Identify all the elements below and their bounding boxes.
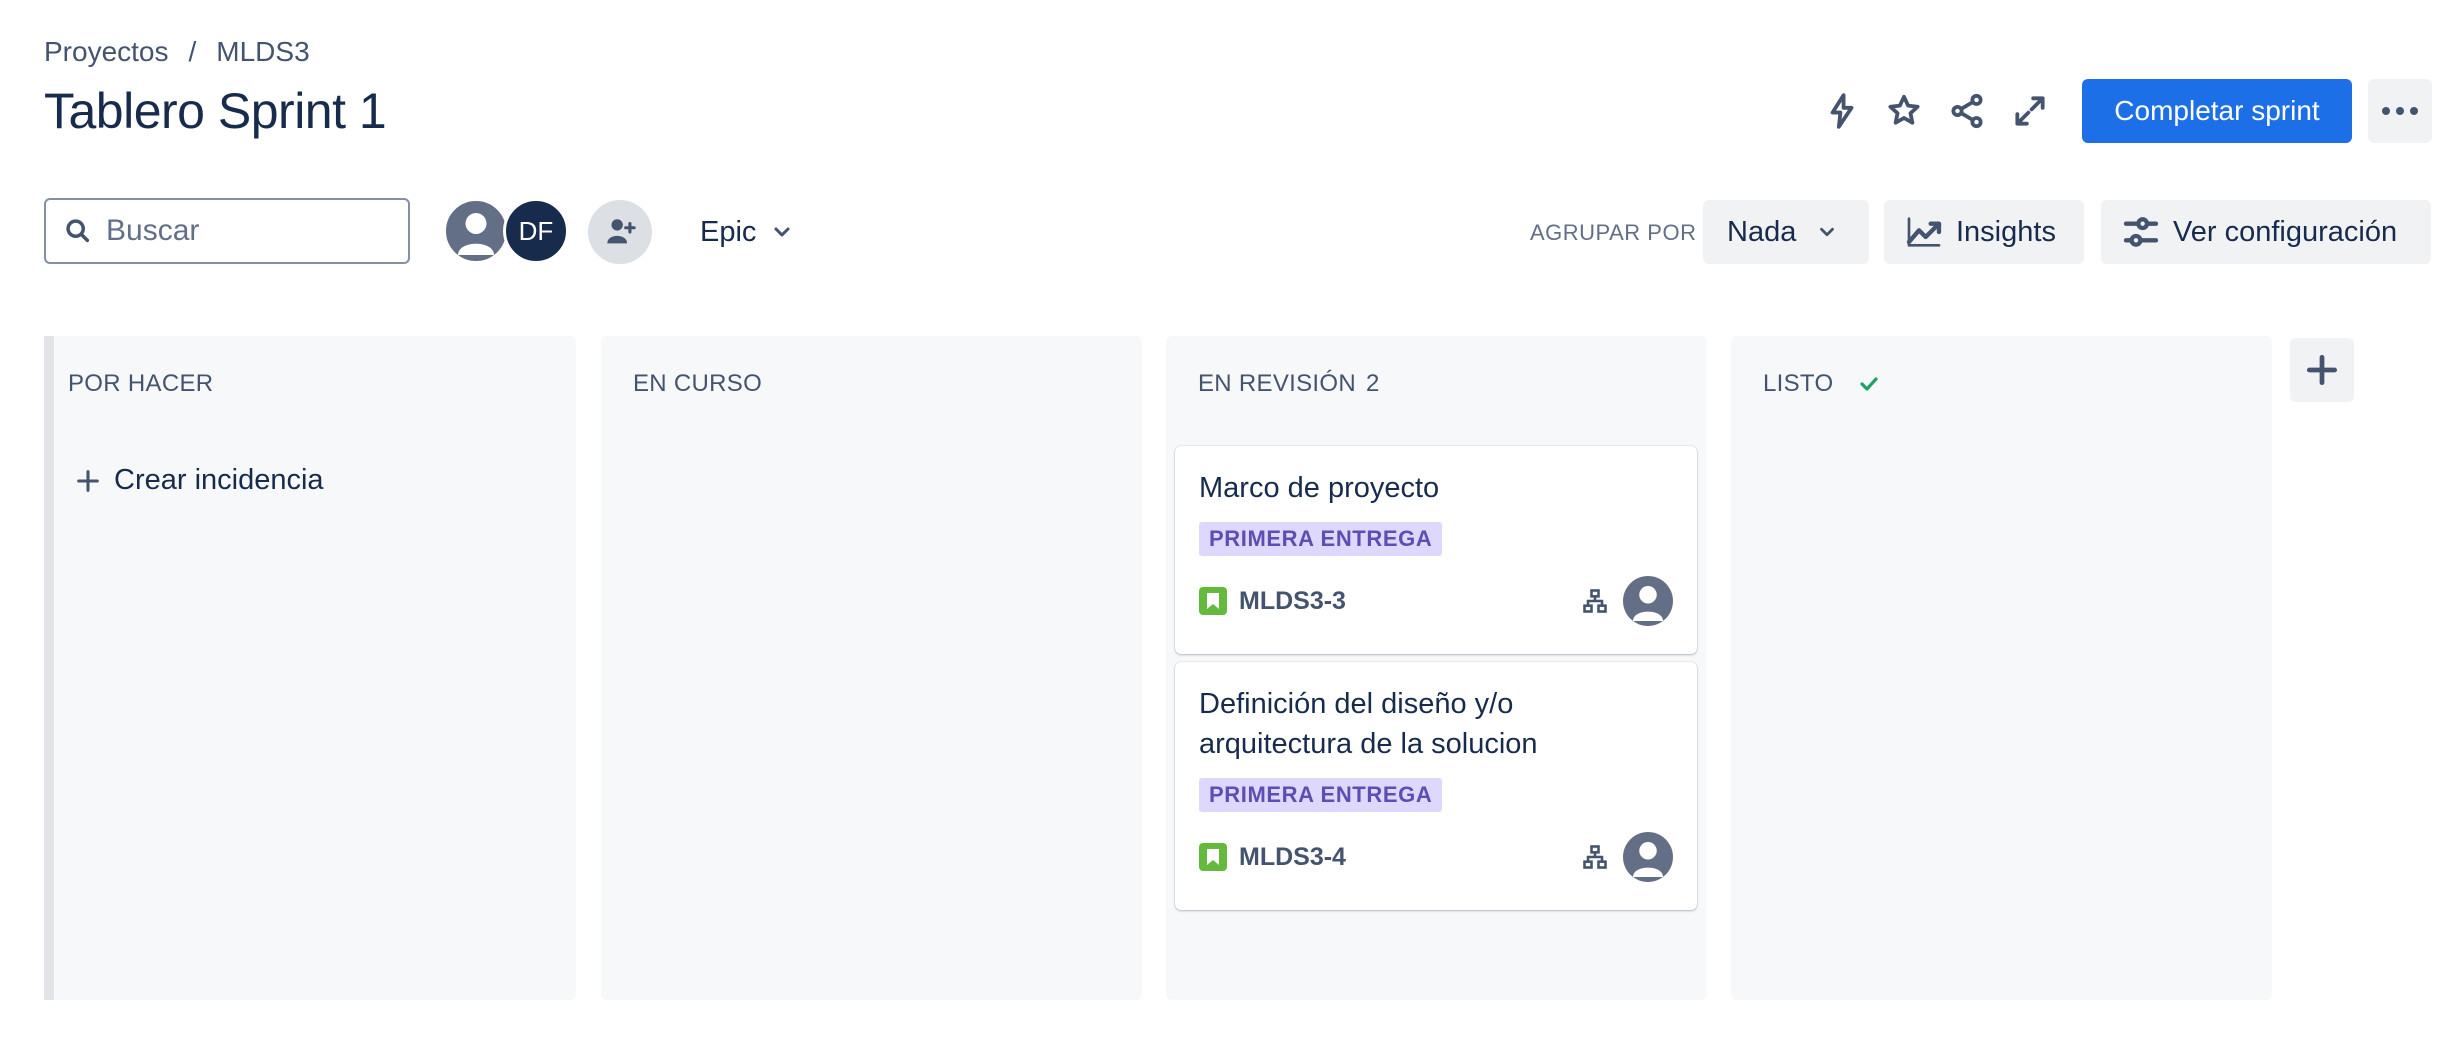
- column-todo: POR HACER Crear incidencia: [44, 336, 576, 1000]
- epic-lozenge: PRIMERA ENTREGA: [1199, 778, 1443, 812]
- issue-key[interactable]: MLDS3-4: [1199, 843, 1346, 872]
- add-people-button[interactable]: [588, 200, 652, 264]
- issue-card[interactable]: Marco de proyecto PRIMERA ENTREGA MLDS3-…: [1175, 446, 1697, 654]
- insights-button[interactable]: Insights: [1884, 200, 2084, 264]
- search-box[interactable]: [44, 198, 410, 264]
- trend-chart-icon: [1906, 217, 1942, 247]
- expand-icon: [2015, 96, 2045, 126]
- story-icon: [1199, 587, 1227, 615]
- search-input[interactable]: [104, 213, 388, 249]
- add-column-button[interactable]: [2290, 338, 2354, 402]
- child-issues-icon[interactable]: [1581, 587, 1609, 615]
- settings-sliders-icon: [2123, 217, 2159, 247]
- star-icon: [1888, 94, 1920, 125]
- card-footer: MLDS3-4: [1199, 832, 1673, 882]
- automation-button[interactable]: [1814, 83, 1870, 139]
- view-settings-label: Ver configuración: [2173, 215, 2398, 248]
- create-issue-label: Crear incidencia: [114, 464, 324, 496]
- page-title: Tablero Sprint 1: [44, 83, 387, 139]
- star-button[interactable]: [1876, 83, 1932, 139]
- plus-icon: [77, 469, 99, 492]
- more-dot-icon: [2396, 107, 2404, 115]
- epic-filter-label: Epic: [700, 215, 757, 248]
- epic-filter-dropdown[interactable]: Epic: [700, 208, 794, 256]
- avatar-user[interactable]: [443, 198, 509, 264]
- user-avatar-icon: [458, 213, 494, 255]
- fullscreen-button[interactable]: [2002, 83, 2058, 139]
- card-meta: [1581, 832, 1673, 882]
- card-meta: [1581, 576, 1673, 626]
- user-avatar-icon: [1633, 842, 1663, 877]
- column-title-text: EN CURSO: [633, 370, 763, 397]
- group-by-value: Nada: [1727, 215, 1797, 248]
- card-title: Marco de proyecto: [1199, 472, 1440, 504]
- column-title: EN REVISIÓN 2: [1198, 370, 1380, 398]
- assignee-avatar[interactable]: [1623, 576, 1673, 626]
- column-count: 2: [1366, 370, 1380, 397]
- breadcrumb: Proyectos / MLDS3: [44, 36, 310, 68]
- avatar-df[interactable]: DF: [503, 198, 569, 264]
- group-by-dropdown[interactable]: Nada: [1703, 200, 1869, 264]
- assignee-avatar[interactable]: [1623, 832, 1673, 882]
- column-done: LISTO: [1731, 336, 2272, 1000]
- column-title: POR HACER: [68, 370, 213, 398]
- column-title: LISTO: [1763, 370, 1881, 398]
- check-icon: [1860, 377, 1879, 391]
- insights-label: Insights: [1956, 215, 2056, 248]
- lightning-icon: [1830, 93, 1854, 129]
- group-by-label: AGRUPAR POR: [1530, 220, 1697, 245]
- share-button[interactable]: [1939, 83, 1995, 139]
- column-in-progress: EN CURSO: [601, 336, 1142, 1000]
- share-icon: [1951, 93, 1983, 129]
- more-actions-button[interactable]: [2368, 79, 2432, 143]
- more-dot-icon: [2382, 107, 2390, 115]
- create-issue-button[interactable]: Crear incidencia: [74, 464, 324, 497]
- issue-key[interactable]: MLDS3-3: [1199, 587, 1346, 616]
- breadcrumb-project[interactable]: MLDS3: [216, 36, 309, 68]
- more-dot-icon: [2410, 107, 2418, 115]
- user-avatar-icon: [1633, 586, 1663, 621]
- column-title: EN CURSO: [633, 370, 762, 398]
- issue-key-text: MLDS3-4: [1239, 842, 1346, 871]
- story-icon: [1199, 843, 1227, 871]
- chevron-down-icon: [1820, 227, 1835, 237]
- column-in-review: EN REVISIÓN 2 Marco de proyecto PRIMERA …: [1166, 336, 1707, 1000]
- column-title-text: LISTO: [1763, 370, 1834, 397]
- view-settings-button[interactable]: Ver configuración: [2101, 200, 2431, 264]
- add-person-icon: [607, 219, 636, 244]
- issue-card[interactable]: Definición del diseño y/o arquitectura d…: [1175, 662, 1697, 910]
- plus-icon: [2306, 354, 2338, 386]
- breadcrumb-separator: /: [188, 36, 197, 67]
- chevron-down-icon: [774, 227, 790, 237]
- column-title-text: EN REVISIÓN: [1198, 370, 1356, 397]
- child-issues-icon[interactable]: [1581, 843, 1609, 871]
- breadcrumb-projects[interactable]: Proyectos: [44, 36, 169, 68]
- issue-key-text: MLDS3-3: [1239, 586, 1346, 615]
- card-title: Definición del diseño y/o arquitectura d…: [1199, 688, 1538, 760]
- card-footer: MLDS3-3: [1199, 576, 1673, 626]
- epic-lozenge: PRIMERA ENTREGA: [1199, 522, 1443, 556]
- complete-sprint-button[interactable]: Completar sprint: [2082, 79, 2352, 143]
- search-icon: [66, 219, 90, 243]
- column-title-text: POR HACER: [68, 370, 214, 397]
